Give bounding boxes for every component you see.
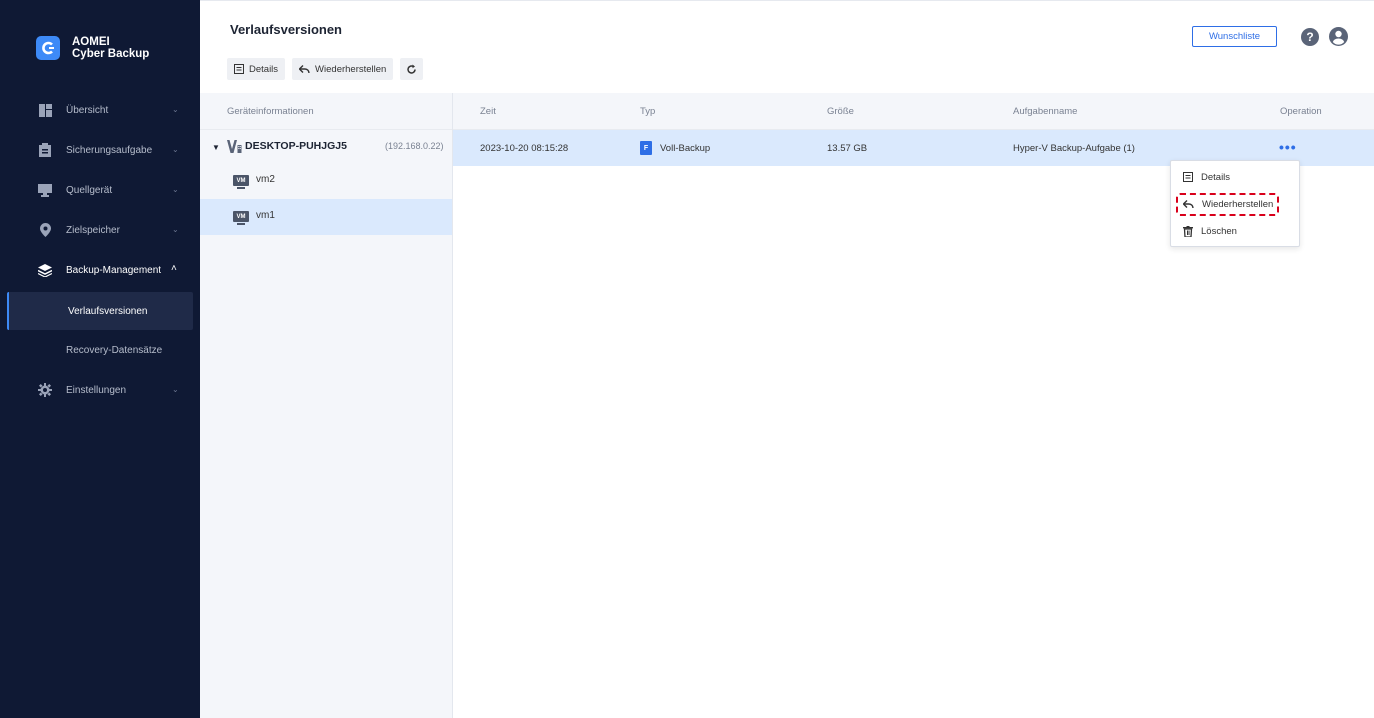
sidebar-item-overview[interactable]: Übersicht ⌄ xyxy=(0,90,200,130)
chevron-down-icon: ⌄ xyxy=(172,145,179,154)
column-time[interactable]: Zeit xyxy=(480,106,496,117)
logo-text: AOMEI Cyber Backup xyxy=(72,36,149,60)
chevron-up-icon: ˄ xyxy=(171,263,177,274)
app-logo[interactable]: AOMEI Cyber Backup xyxy=(36,36,149,60)
restore-button[interactable]: Wiederherstellen xyxy=(292,58,394,80)
column-size[interactable]: Größe xyxy=(827,106,854,117)
hyperv-icon xyxy=(227,140,242,158)
toolbar: Details Wiederherstellen xyxy=(227,58,430,80)
details-button[interactable]: Details xyxy=(227,58,286,80)
sidebar-item-label: Sicherungsaufgabe xyxy=(66,144,153,156)
sidebar-subitem-history-versions[interactable]: Verlaufsversionen xyxy=(7,292,193,330)
device-ip: (192.168.0.22) xyxy=(385,141,444,151)
chevron-down-icon: ⌄ xyxy=(172,385,179,394)
details-icon xyxy=(234,64,244,74)
more-options-icon[interactable]: ••• xyxy=(1279,139,1297,155)
page-header: Verlaufsversionen Details Wiederherstell… xyxy=(200,0,1374,93)
gear-icon xyxy=(38,383,52,397)
chevron-down-icon: ⌄ xyxy=(172,225,179,234)
aomei-logo-icon xyxy=(36,36,60,60)
logo-line1: AOMEI xyxy=(72,36,110,48)
chevron-down-icon: ⌄ xyxy=(172,105,179,114)
sidebar-item-label: Einstellungen xyxy=(66,384,127,396)
help-icon[interactable]: ? xyxy=(1301,28,1319,46)
sidebar-item-label: Backup-Management xyxy=(66,264,162,276)
column-type[interactable]: Typ xyxy=(640,106,655,117)
sidebar: AOMEI Cyber Backup Übersicht ⌄ Sicherung… xyxy=(0,0,200,718)
device-panel-header: Geräteinformationen xyxy=(200,93,452,130)
column-task-name[interactable]: Aufgabenname xyxy=(1013,106,1077,117)
sidebar-item-settings[interactable]: Einstellungen ⌄ xyxy=(0,370,200,410)
sidebar-subitem-recovery-records[interactable]: Recovery-Datensätze xyxy=(0,330,200,370)
menu-item-restore[interactable]: Wiederherstellen xyxy=(1171,192,1299,216)
cell-type: Voll-Backup xyxy=(660,143,711,154)
operation-dropdown-menu: Details Wiederherstellen Löschen xyxy=(1170,160,1300,247)
trash-icon xyxy=(1183,225,1193,237)
sidebar-nav: Übersicht ⌄ Sicherungsaufgabe ⌄ Quellger… xyxy=(0,90,200,410)
clipboard-icon xyxy=(38,143,52,157)
caret-down-icon[interactable]: ▼ xyxy=(212,143,220,152)
chevron-down-icon: ⌄ xyxy=(172,185,179,194)
sidebar-item-backup-management[interactable]: Backup-Management ˄ xyxy=(0,250,200,290)
sidebar-item-backup-task[interactable]: Sicherungsaufgabe ⌄ xyxy=(0,130,200,170)
refresh-button[interactable] xyxy=(400,58,424,80)
cell-task-name: Hyper-V Backup-Aufgabe (1) xyxy=(1013,143,1135,154)
cell-size: 13.57 GB xyxy=(827,143,868,154)
vm-icon: VM xyxy=(233,211,249,225)
wishlist-button[interactable]: Wunschliste xyxy=(1192,26,1277,47)
restore-button-label: Wiederherstellen xyxy=(315,63,387,75)
vm-name: vm2 xyxy=(256,174,275,185)
device-panel: Geräteinformationen ▼ DESKTOP-PUHJGJ5 (1… xyxy=(200,93,453,718)
menu-item-label: Details xyxy=(1201,171,1231,183)
column-operation: Operation xyxy=(1280,106,1322,117)
full-backup-icon: F xyxy=(640,141,652,155)
dashboard-icon xyxy=(38,103,52,117)
menu-item-details[interactable]: Details xyxy=(1171,165,1299,189)
sidebar-item-label: Übersicht xyxy=(66,104,109,116)
vm-icon: VM xyxy=(233,175,249,189)
sidebar-subitem-label: Recovery-Datensätze xyxy=(66,344,163,356)
logo-line2: Cyber Backup xyxy=(72,48,150,60)
menu-item-delete[interactable]: Löschen xyxy=(1171,219,1299,243)
menu-item-label: Löschen xyxy=(1201,225,1237,237)
device-tree-node[interactable]: ▼ DESKTOP-PUHJGJ5 (192.168.0.22) xyxy=(200,130,452,163)
sidebar-item-source-device[interactable]: Quellgerät ⌄ xyxy=(0,170,200,210)
details-icon xyxy=(1183,172,1193,182)
page-title: Verlaufsversionen xyxy=(230,22,342,37)
table-header: Zeit Typ Größe Aufgabenname Operation xyxy=(453,93,1374,130)
details-button-label: Details xyxy=(249,63,279,75)
restore-icon xyxy=(299,64,310,73)
user-account-icon[interactable] xyxy=(1329,27,1348,51)
sidebar-subitem-label: Verlaufsversionen xyxy=(68,305,148,317)
sidebar-item-target-storage[interactable]: Zielspeicher ⌄ xyxy=(0,210,200,250)
layers-icon xyxy=(38,263,52,277)
cell-time: 2023-10-20 08:15:28 xyxy=(480,143,569,154)
sidebar-item-label: Zielspeicher xyxy=(66,224,120,236)
vm-name: vm1 xyxy=(256,210,275,221)
refresh-icon xyxy=(407,64,417,74)
monitor-icon xyxy=(38,183,52,197)
vm-list-item[interactable]: VM vm2 xyxy=(200,163,452,199)
restore-icon xyxy=(1183,199,1194,208)
location-pin-icon xyxy=(38,223,52,237)
sidebar-item-label: Quellgerät xyxy=(66,184,113,196)
device-name: DESKTOP-PUHJGJ5 xyxy=(245,140,347,152)
vm-list-item-selected[interactable]: VM vm1 xyxy=(200,199,452,235)
menu-item-label: Wiederherstellen xyxy=(1202,198,1274,210)
